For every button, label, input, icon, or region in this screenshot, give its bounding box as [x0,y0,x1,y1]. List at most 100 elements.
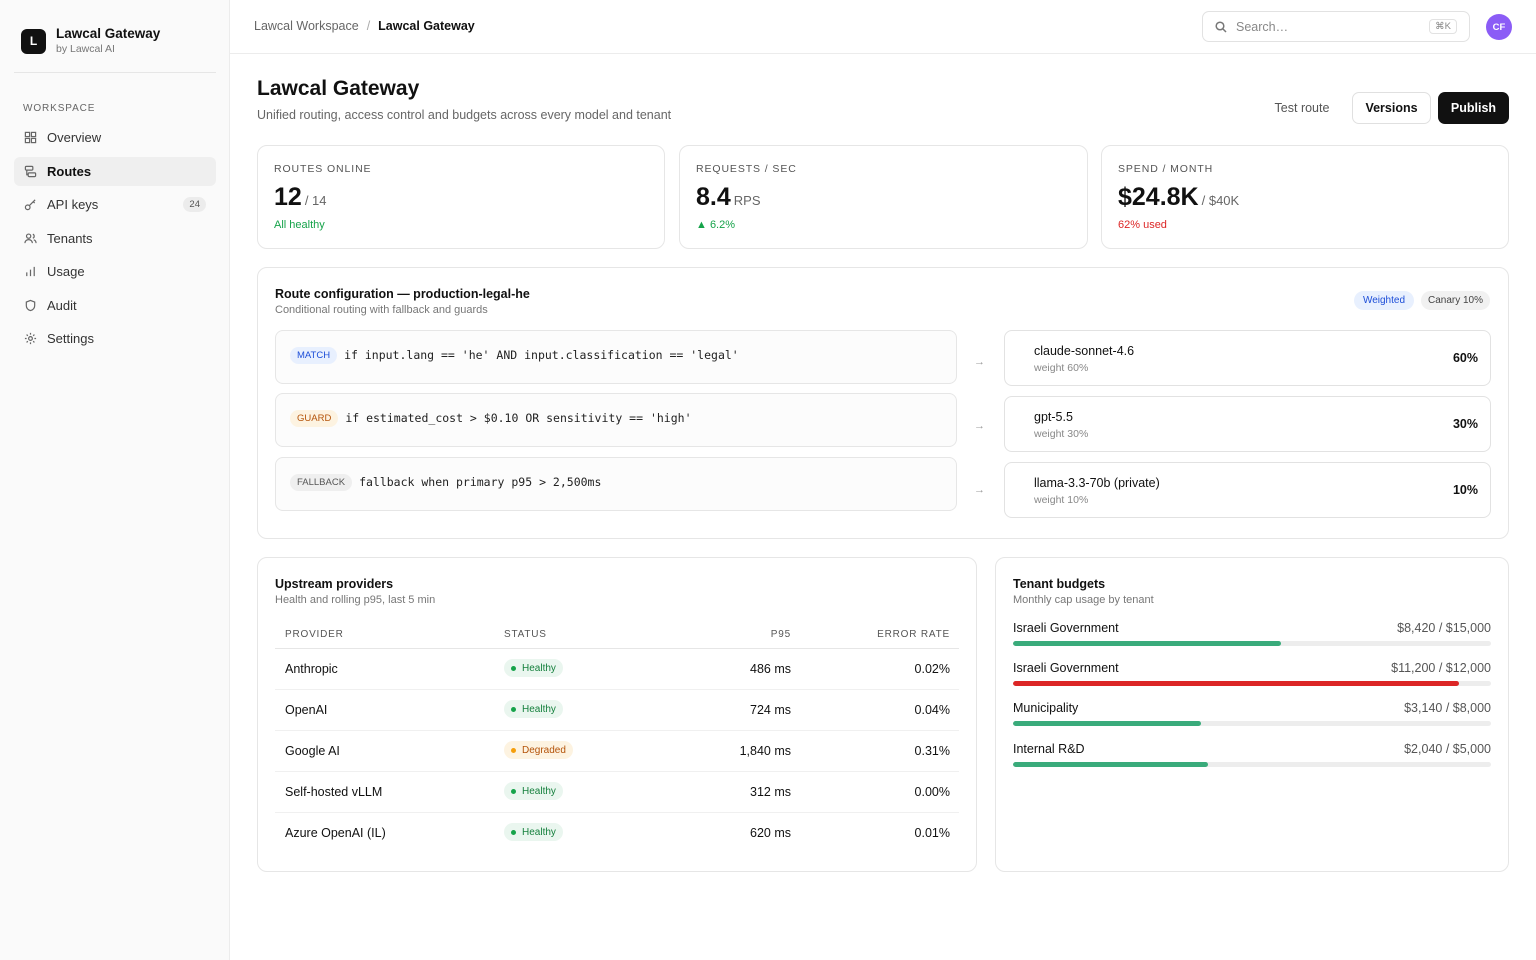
route-target[interactable]: gpt-5.5 weight 30% 30% [1004,396,1491,452]
page-subtitle: Unified routing, access control and budg… [257,108,672,122]
rule-kind-badge: MATCH [290,346,338,364]
target-model-name: llama-3.3-70b (private) [1034,476,1160,490]
canary-tag[interactable]: Canary 10% [1421,291,1490,310]
target-percent: 10% [1452,483,1478,497]
status-label: Healthy [522,826,556,838]
rule-match[interactable]: MATCH if input.lang == 'he' AND input.cl… [275,330,957,384]
status-label: Healthy [522,662,556,674]
table-row[interactable]: Azure OpenAI (IL) Healthy 620 ms 0.01% [275,813,959,854]
provider-error-rate: 0.31% [914,744,950,758]
breadcrumb-separator: / [366,19,371,33]
sidebar-item-routes[interactable]: Routes [14,156,216,186]
rule-fallback[interactable]: FALLBACK fallback when primary p95 > 2,5… [275,457,957,511]
status-label: Healthy [522,703,556,715]
bar-chart-icon [23,265,37,279]
table-row[interactable]: OpenAI Healthy 724 ms 0.04% [275,690,959,731]
column-header-error-rate[interactable]: ERROR RATE [877,629,950,640]
status-dot-icon [511,788,516,794]
budget-progress-bar [1013,681,1491,686]
target-weight: weight 60% [1034,362,1089,374]
stat-card-routes-online: ROUTES ONLINE 12 / 14 All healthy [257,145,665,249]
sidebar-item-usage[interactable]: Usage [14,257,216,286]
budget-tenant-name: Israeli Government [1013,621,1119,635]
budget-progress-bar [1013,641,1491,646]
provider-error-rate: 0.00% [914,785,950,799]
budget-progress-fill [1013,762,1209,767]
sidebar-item-label: Tenants [47,230,93,246]
brand-name: Lawcal Gateway [56,26,161,41]
test-route-button[interactable]: Test route [1262,93,1342,123]
target-weight: weight 10% [1034,494,1089,506]
brand-subtitle: by Lawcal AI [56,43,115,55]
versions-button[interactable]: Versions [1352,92,1431,124]
status-dot-icon [511,829,516,835]
search-input[interactable]: Search… ⌘K [1202,11,1470,42]
target-percent: 60% [1452,351,1478,365]
stat-unit: / $40K [1201,193,1240,208]
status-badge: Healthy [504,782,563,800]
table-row[interactable]: Anthropic Healthy 486 ms 0.02% [275,649,959,690]
arrow-right-icon: → [974,356,985,368]
providers-title: Upstream providers [275,577,394,591]
route-target[interactable]: claude-sonnet-4.6 weight 60% 60% [1004,330,1491,386]
stat-value: 8.4 [696,183,731,211]
status-label: Healthy [522,785,556,797]
provider-p95: 1,840 ms [739,744,791,758]
provider-error-rate: 0.01% [914,826,950,840]
provider-p95: 724 ms [750,703,791,717]
route-target[interactable]: llama-3.3-70b (private) weight 10% 10% [1004,462,1491,518]
rule-code: if estimated_cost > $0.10 OR sensitivity… [345,411,692,425]
provider-name: Azure OpenAI (IL) [285,826,386,840]
stat-label: SPEND / MONTH [1118,163,1214,175]
status-dot-icon [511,665,516,671]
column-header-provider[interactable]: PROVIDER [285,629,344,640]
target-weight: weight 30% [1034,428,1089,440]
route-config-subtitle: Conditional routing with fallback and gu… [275,304,488,316]
topbar: Lawcal Workspace / Lawcal Gateway Search… [230,0,1536,54]
stat-note: 62% used [1118,219,1167,231]
rule-code: fallback when primary p95 > 2,500ms [359,475,602,489]
status-badge: Healthy [504,659,563,677]
api-keys-count-badge: 24 [183,197,206,212]
brand[interactable]: L Lawcal Gateway by Lawcal AI [21,26,160,56]
table-row[interactable]: Google AI Degraded 1,840 ms 0.31% [275,731,959,772]
arrow-right-icon: → [974,420,985,432]
column-header-p95[interactable]: P95 [771,629,791,640]
column-header-status[interactable]: STATUS [504,629,547,640]
providers-subtitle: Health and rolling p95, last 5 min [275,594,436,606]
upstream-providers-card: Upstream providers Health and rolling p9… [257,557,977,872]
budget-progress-fill [1013,681,1459,686]
provider-name: Google AI [285,744,340,758]
sidebar-item-overview[interactable]: Overview [14,123,216,152]
provider-error-rate: 0.04% [914,703,950,717]
publish-button[interactable]: Publish [1438,92,1509,124]
status-dot-icon [511,747,516,753]
table-row[interactable]: Self-hosted vLLM Healthy 312 ms 0.00% [275,772,959,813]
weighted-tag[interactable]: Weighted [1354,291,1414,310]
budget-progress-bar [1013,721,1491,726]
sidebar-item-api-keys[interactable]: API keys 24 [14,190,216,219]
breadcrumb-workspace[interactable]: Lawcal Workspace [254,19,359,33]
sidebar-nav: Overview Routes API keys 24 Tenants Usag… [14,123,216,358]
provider-name: Self-hosted vLLM [285,785,383,799]
status-badge: Healthy [504,700,563,718]
provider-name: OpenAI [285,703,328,717]
sidebar-item-tenants[interactable]: Tenants [14,224,216,253]
sidebar-item-audit[interactable]: Audit [14,291,216,320]
search-placeholder: Search… [1236,19,1289,34]
budget-tenant-name: Internal R&D [1013,742,1085,756]
status-badge: Healthy [504,823,563,841]
rule-kind-badge: GUARD [290,409,339,427]
rule-guard[interactable]: GUARD if estimated_cost > $0.10 OR sensi… [275,393,957,447]
sidebar-item-settings[interactable]: Settings [14,324,216,353]
avatar[interactable]: CF [1486,14,1512,40]
shield-icon [23,298,37,312]
tenant-budgets-card: Tenant budgets Monthly cap usage by tena… [995,557,1509,872]
grid-icon [23,131,37,145]
search-shortcut: ⌘K [1429,19,1457,34]
routes-icon [23,164,37,178]
breadcrumb: Lawcal Workspace / Lawcal Gateway [254,19,475,33]
sidebar-item-label: Routes [47,163,92,179]
status-label: Degraded [522,744,566,756]
stat-unit: / 14 [304,193,327,208]
